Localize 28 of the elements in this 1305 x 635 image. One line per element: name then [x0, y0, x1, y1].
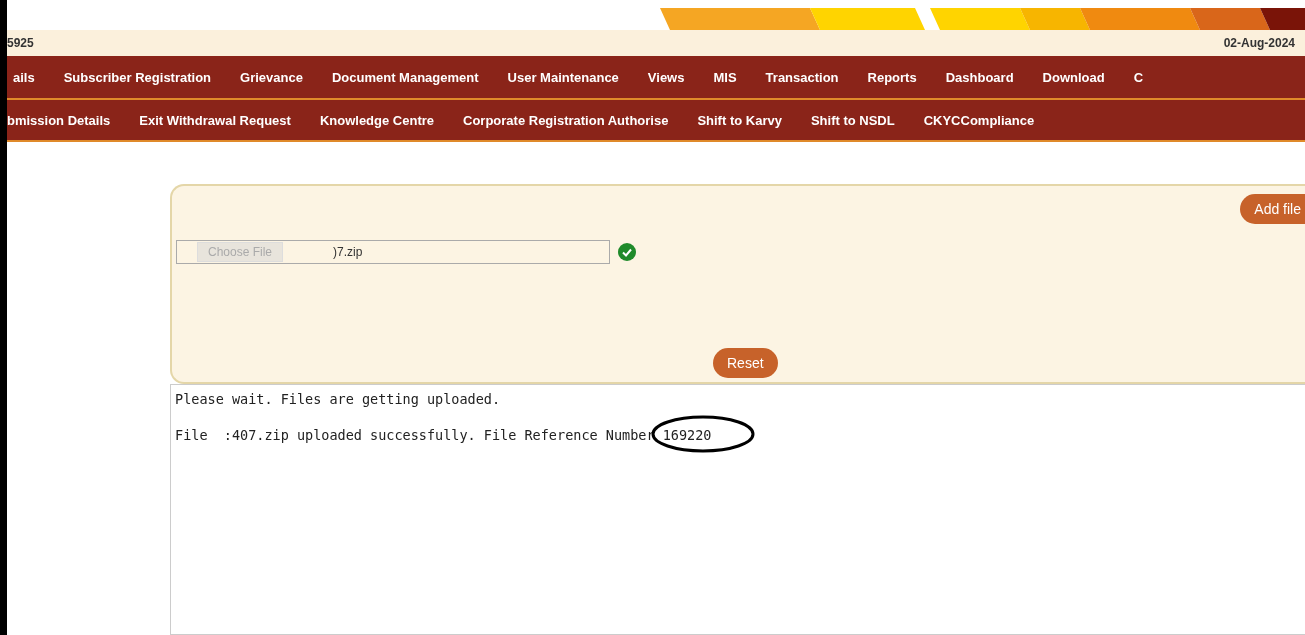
menu-item[interactable]: Corporate Registration Authorise — [463, 112, 669, 128]
menu-item[interactable]: Reports — [867, 69, 917, 85]
menu-item[interactable]: bmission Details — [7, 112, 111, 128]
menu-item[interactable]: Grievance — [240, 69, 303, 85]
file-name-text: )7.zip — [333, 245, 363, 259]
menu-item[interactable]: Transaction — [765, 69, 839, 85]
log-line: Please wait. Files are getting uploaded. — [175, 391, 501, 407]
reset-button[interactable]: Reset — [713, 348, 778, 378]
menu-item[interactable]: User Maintenance — [507, 69, 619, 85]
menu-item[interactable]: Dashboard — [945, 69, 1014, 85]
menu-item[interactable]: Document Management — [331, 69, 479, 85]
menu-item[interactable]: C — [1133, 69, 1144, 85]
menu-item[interactable]: ails — [13, 69, 35, 85]
add-files-button[interactable]: Add file — [1240, 194, 1305, 224]
menu-item[interactable]: Shift to NSDL — [810, 112, 895, 128]
menu-item[interactable]: Download — [1042, 69, 1105, 85]
reference-number: 169220 — [662, 427, 712, 443]
log-line: File :407.zip uploaded successfully. File Reference Number — [175, 427, 656, 443]
menu-item[interactable]: Subscriber Registration — [63, 69, 212, 85]
menu-item[interactable]: Views — [647, 69, 685, 85]
menu-item[interactable]: MIS — [713, 69, 737, 85]
date-text: 02-Aug-2024 — [1223, 36, 1295, 50]
menu-item[interactable]: Shift to Karvy — [697, 112, 782, 128]
file-input[interactable]: Choose File )7.zip — [176, 240, 610, 264]
menu-item[interactable]: Knowledge Centre — [319, 112, 434, 128]
menu-item[interactable]: CKYCCompliance — [923, 112, 1035, 128]
menu-item[interactable]: Exit Withdrawal Request — [139, 112, 291, 128]
user-id-text: 5925 — [7, 36, 34, 50]
